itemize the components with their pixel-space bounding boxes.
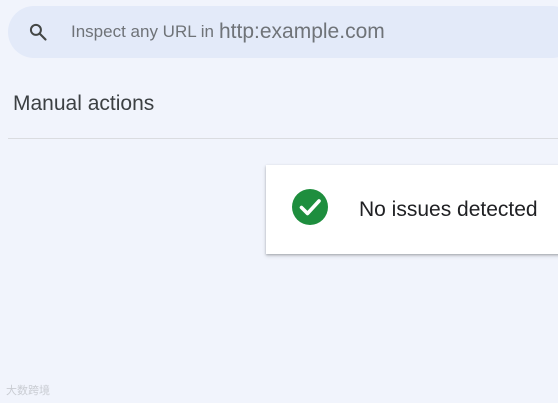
search-icon[interactable] <box>28 22 48 42</box>
search-property-domain: http:example.com <box>219 20 385 43</box>
divider <box>8 138 558 139</box>
status-card: No issues detected <box>266 165 558 254</box>
search-input[interactable]: Inspect any URL in http:example.com <box>71 6 385 58</box>
watermark: 大数跨境 <box>6 382 50 398</box>
page-title: Manual actions <box>13 92 155 115</box>
watermark-text: 大数跨境 <box>6 385 50 397</box>
check-circle-icon <box>291 188 329 226</box>
search-placeholder-prefix: Inspect any URL in <box>71 22 214 41</box>
status-message: No issues detected <box>359 197 538 221</box>
page: Inspect any URL in http:example.com Manu… <box>0 0 558 403</box>
search-bar[interactable]: Inspect any URL in http:example.com <box>8 6 558 58</box>
